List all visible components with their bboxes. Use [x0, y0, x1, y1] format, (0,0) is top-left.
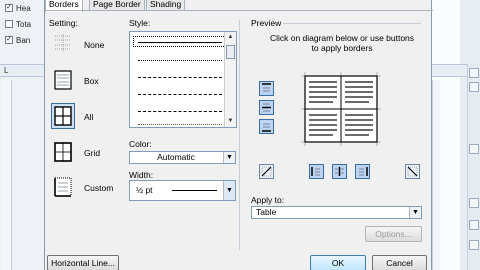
- apply-to-dropdown[interactable]: Table ▼: [251, 206, 422, 219]
- checkbox[interactable]: [5, 20, 13, 28]
- style-dash-dot-dot[interactable]: [138, 124, 222, 125]
- option-label: Tota: [16, 19, 32, 29]
- diagonal-up-border-button[interactable]: [405, 164, 420, 179]
- group-separator: [239, 20, 240, 250]
- scroll-up-icon[interactable]: [469, 82, 479, 92]
- bottom-border-button[interactable]: [259, 119, 274, 134]
- vertical-scrollbar[interactable]: [467, 64, 480, 270]
- diagonal-down-border-button[interactable]: [259, 164, 274, 179]
- scroll-down-icon[interactable]: ▼: [226, 117, 235, 126]
- color-label: Color:: [129, 139, 152, 149]
- chevron-down-icon[interactable]: ▼: [409, 207, 421, 218]
- top-border-button[interactable]: [259, 81, 274, 96]
- color-value: Automatic: [157, 152, 195, 162]
- option-total-row[interactable]: Tota: [5, 18, 31, 30]
- word-right-pane: [432, 0, 480, 270]
- setting-all-icon[interactable]: [51, 103, 75, 129]
- apply-to-label: Apply to:: [251, 195, 285, 205]
- color-dropdown[interactable]: Automatic ▼: [129, 151, 236, 164]
- apply-to-value: Table: [256, 207, 277, 217]
- border-preview-diagram[interactable]: [299, 70, 383, 148]
- option-label: Ban: [16, 35, 31, 45]
- width-sample-line: [172, 190, 217, 191]
- horizontal-line-button[interactable]: Horizontal Line...: [47, 255, 119, 270]
- word-left-pane: ✓ Hea Tota ✓ Ban L: [0, 0, 44, 270]
- checkbox[interactable]: ✓: [5, 36, 13, 44]
- style-listbox[interactable]: ▲ ▼: [129, 31, 237, 128]
- style-dash-medium[interactable]: [138, 94, 222, 95]
- browse-object-icon[interactable]: [469, 220, 479, 230]
- style-scrollbar[interactable]: ▲ ▼: [224, 32, 236, 127]
- scroll-thumb[interactable]: [226, 45, 235, 59]
- setting-none-label[interactable]: None: [84, 40, 104, 50]
- setting-box-label[interactable]: Box: [84, 76, 99, 86]
- width-dropdown[interactable]: ½ pt ▼: [129, 180, 236, 201]
- setting-custom-label[interactable]: Custom: [84, 183, 113, 193]
- setting-custom-icon[interactable]: [51, 174, 75, 200]
- left-border-button[interactable]: [309, 164, 324, 179]
- right-border-button[interactable]: [355, 164, 370, 179]
- next-page-icon[interactable]: [469, 240, 479, 250]
- preview-label: Preview: [251, 18, 282, 28]
- option-header-row[interactable]: ✓ Hea: [5, 2, 31, 14]
- dialog-tabs: Borders Page Border Shading: [45, 0, 433, 12]
- vertical-ruler: [2, 80, 12, 270]
- scroll-thumb[interactable]: [469, 144, 479, 154]
- width-label: Width:: [129, 170, 154, 180]
- style-dash-small[interactable]: [138, 77, 222, 78]
- tab-divider: [45, 10, 433, 11]
- style-dash-dot[interactable]: [138, 111, 222, 112]
- chevron-down-icon[interactable]: ▼: [223, 152, 235, 163]
- prev-page-icon[interactable]: [469, 198, 479, 208]
- setting-grid-icon[interactable]: [51, 139, 75, 165]
- preview-group-line: [283, 23, 421, 24]
- setting-none-icon[interactable]: [51, 30, 75, 56]
- cancel-button[interactable]: Cancel: [372, 255, 427, 270]
- option-label: Hea: [16, 3, 31, 13]
- tab-stop-selector[interactable]: L: [4, 66, 8, 75]
- vertical-ruler: [432, 80, 440, 270]
- style-solid[interactable]: [138, 42, 222, 43]
- checkbox[interactable]: ✓: [5, 4, 13, 12]
- preview-instruction: Click on diagram below or use buttons to…: [269, 33, 415, 53]
- style-dotted[interactable]: [138, 60, 222, 61]
- chevron-down-icon[interactable]: ▼: [223, 181, 235, 200]
- width-value: ½ pt: [136, 185, 153, 195]
- options-button[interactable]: Options...: [365, 226, 422, 242]
- option-banded-rows[interactable]: ✓ Ban: [5, 34, 30, 46]
- scroll-up-icon[interactable]: ▲: [226, 33, 235, 42]
- ruler-toggle-icon[interactable]: [469, 68, 479, 78]
- setting-box-icon[interactable]: [51, 67, 75, 93]
- borders-and-shading-dialog: Borders Page Border Shading Setting: Non…: [44, 0, 433, 270]
- inside-vertical-border-button[interactable]: [332, 164, 347, 179]
- setting-grid-label[interactable]: Grid: [84, 148, 100, 158]
- inside-horizontal-border-button[interactable]: [259, 100, 274, 115]
- setting-label: Setting:: [49, 18, 78, 28]
- ok-button[interactable]: OK: [310, 255, 366, 270]
- style-label: Style:: [129, 18, 151, 28]
- horizontal-ruler: L: [0, 64, 44, 77]
- setting-all-label[interactable]: All: [84, 112, 93, 122]
